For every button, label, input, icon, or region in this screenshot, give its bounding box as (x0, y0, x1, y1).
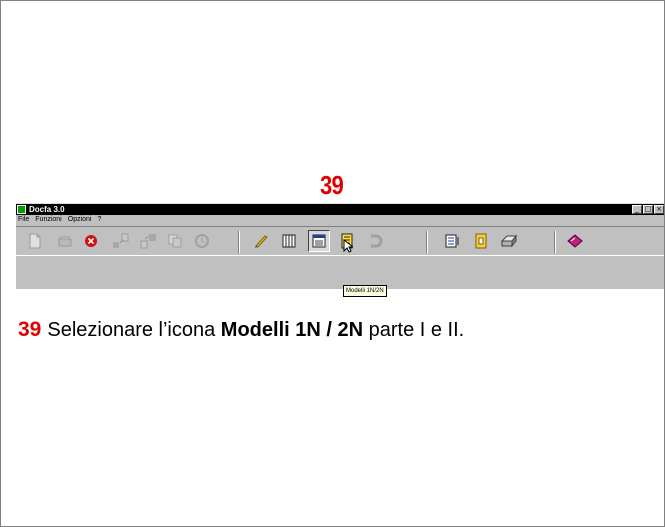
print-icon[interactable] (500, 232, 518, 250)
toolbar-separator (426, 231, 428, 253)
new-document-icon[interactable] (26, 232, 44, 250)
mouse-cursor-icon (343, 239, 353, 253)
document-list-icon[interactable] (444, 232, 462, 250)
app-icon (17, 205, 26, 214)
app-window: Docfa 3.0 _ □ × File Funzioni Opzioni ? (16, 203, 665, 297)
delete-icon[interactable] (82, 232, 100, 250)
menu-file[interactable]: File (18, 215, 29, 225)
menu-opzioni[interactable]: Opzioni (68, 215, 92, 225)
step-number-heading: 39 (320, 170, 344, 200)
toolbar-separator (554, 231, 556, 253)
toolbar-separator (238, 231, 240, 253)
instruction-step-number: 39 (18, 318, 42, 341)
edit-pen-icon[interactable] (252, 232, 270, 250)
maximize-button[interactable]: □ (643, 205, 653, 214)
recycle-icon[interactable] (193, 232, 211, 250)
open-icon[interactable] (56, 232, 74, 250)
window-controls: _ □ × (632, 205, 664, 214)
menu-bar: File Funzioni Opzioni ? (16, 215, 665, 225)
instruction-prefix: Selezionare l’icona (47, 319, 221, 341)
instruction-text: 39 Selezionare l’icona Modelli 1N / 2N pa… (18, 318, 464, 342)
help-book-icon[interactable] (566, 232, 584, 250)
tooltip: Modelli 1N/2N (343, 285, 387, 297)
minimize-button[interactable]: _ (632, 205, 642, 214)
export-icon[interactable] (140, 232, 158, 250)
menu-help[interactable]: ? (97, 215, 101, 225)
models-1n-2n-icon[interactable] (308, 230, 330, 252)
magnet-icon[interactable] (366, 232, 384, 250)
notebook-icon[interactable] (472, 232, 490, 250)
instruction-suffix: parte I e II. (363, 319, 465, 341)
menu-funzioni[interactable]: Funzioni (35, 215, 61, 225)
import-icon[interactable] (112, 232, 130, 250)
title-bar[interactable]: Docfa 3.0 _ □ × (16, 204, 664, 215)
close-button[interactable]: × (654, 205, 664, 214)
window-title: Docfa 3.0 (29, 205, 65, 214)
instruction-highlight: Modelli 1N / 2N (220, 319, 364, 341)
registry-icon[interactable] (280, 232, 298, 250)
copy-icon[interactable] (166, 232, 184, 250)
toolbar (16, 226, 664, 256)
